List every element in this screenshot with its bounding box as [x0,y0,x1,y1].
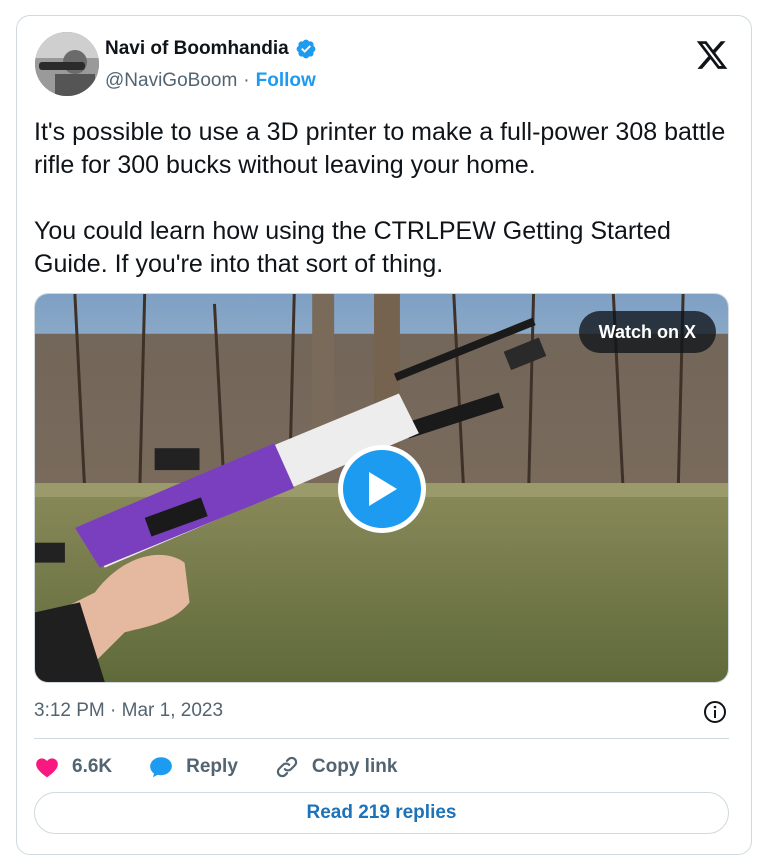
author-name-row: Navi of Boomhandia [105,38,317,60]
play-button[interactable] [338,445,426,533]
play-icon [369,472,397,506]
action-bar: 6.6K Reply Copy link [34,752,433,782]
x-logo-icon[interactable] [695,38,729,72]
like-button[interactable]: 6.6K [34,754,112,780]
info-icon[interactable] [703,700,727,724]
author-handle-row: @NaviGoBoom · Follow [105,70,316,92]
divider [34,738,729,739]
read-replies-button[interactable]: Read 219 replies [34,792,729,834]
display-name[interactable]: Navi of Boomhandia [105,38,289,60]
like-count: 6.6K [72,756,113,777]
reply-label: Reply [186,756,238,777]
timestamp[interactable]: 3:12 PM · Mar 1, 2023 [34,700,223,722]
copy-link-button[interactable]: Copy link [274,754,398,780]
video-player[interactable]: Watch on X [34,293,729,683]
follow-button[interactable]: Follow [256,70,316,92]
reply-button[interactable]: Reply [148,754,238,780]
separator: · [243,70,250,91]
tweet-card: Navi of Boomhandia @NaviGoBoom · Follow … [16,15,752,855]
avatar-image [35,32,99,96]
avatar[interactable] [35,32,99,96]
reply-bubble-icon [150,757,172,778]
watch-on-x-button[interactable]: Watch on X [578,311,716,353]
heart-icon [36,758,58,778]
link-icon [276,756,298,778]
tweet-text: It's possible to use a 3D printer to mak… [34,118,726,278]
copy-link-label: Copy link [311,756,398,777]
verified-badge-icon [295,38,317,60]
author-handle[interactable]: @NaviGoBoom [105,70,237,92]
